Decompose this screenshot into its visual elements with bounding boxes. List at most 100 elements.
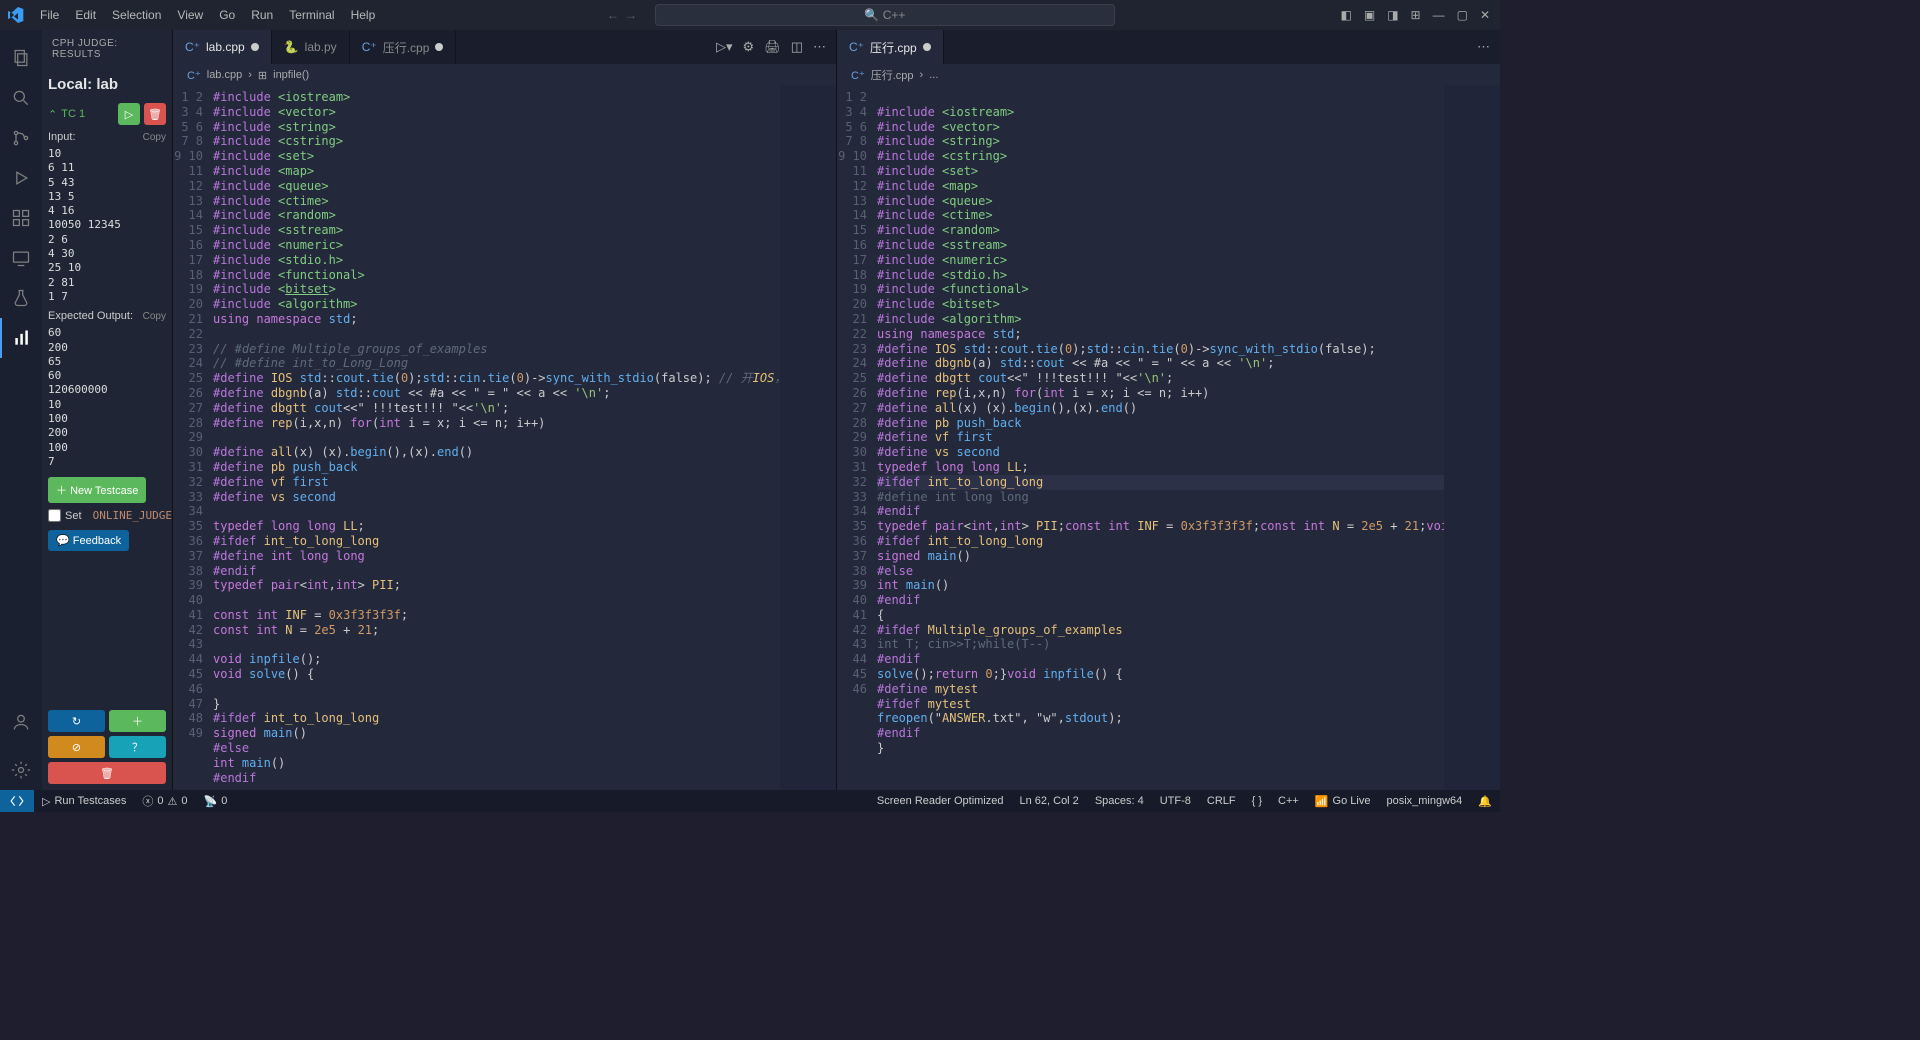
- tab-压行.cpp[interactable]: C⁺压行.cpp: [350, 30, 457, 64]
- nav-back-icon[interactable]: ←: [607, 8, 619, 22]
- tab-压行.cpp[interactable]: C⁺ 压行.cpp: [837, 30, 944, 64]
- tab-lab.py[interactable]: 🐍lab.py: [272, 30, 350, 64]
- tab-row-right: C⁺ 压行.cpp ⋯: [837, 30, 1500, 64]
- cpp-file-icon: C⁺: [185, 40, 200, 54]
- layout-custom-icon[interactable]: ⊞: [1409, 6, 1423, 24]
- tab-lab.cpp[interactable]: C⁺lab.cpp: [173, 30, 272, 64]
- input-box[interactable]: 10 6 11 5 43 13 5 4 16 10050 12345 2 6 4…: [48, 145, 166, 306]
- editor-group-left: C⁺lab.cpp🐍lab.pyC⁺压行.cpp▷▾⚙🖨◫⋯ C⁺ lab.cp…: [172, 30, 836, 790]
- new-testcase-button[interactable]: ＋ New Testcase: [48, 477, 146, 503]
- rerun-button[interactable]: ↻: [48, 710, 105, 732]
- activity-bar: [0, 30, 42, 790]
- expected-box[interactable]: 60 200 65 60 120600000 10 100 200 100 7: [48, 324, 166, 471]
- gutter-right: 1 2 3 4 5 6 7 8 9 10 11 12 13 14 15 16 1…: [837, 86, 877, 790]
- nav-forward-icon[interactable]: →: [625, 8, 637, 22]
- activity-search-icon[interactable]: [0, 78, 42, 118]
- menu-help[interactable]: Help: [343, 8, 384, 22]
- menu-view[interactable]: View: [169, 8, 211, 22]
- activity-extensions-icon[interactable]: [0, 198, 42, 238]
- cpp-file-icon: C⁺: [849, 40, 864, 54]
- dirty-indicator-icon: [251, 43, 259, 51]
- spaces-status[interactable]: Spaces: 4: [1087, 795, 1152, 808]
- editor-area: C⁺lab.cpp🐍lab.pyC⁺压行.cpp▷▾⚙🖨◫⋯ C⁺ lab.cp…: [172, 30, 1500, 790]
- menu-run[interactable]: Run: [243, 8, 281, 22]
- help-button[interactable]: ？: [109, 736, 166, 758]
- cpp-file-icon: C⁺: [851, 69, 865, 82]
- run-testcases-status[interactable]: ▷ Run Testcases: [34, 795, 134, 808]
- menu-selection[interactable]: Selection: [104, 8, 169, 22]
- menu-file[interactable]: File: [32, 8, 67, 22]
- window-maximize-icon[interactable]: ▢: [1455, 6, 1470, 24]
- cursor-status[interactable]: Ln 62, Col 2: [1011, 795, 1086, 808]
- gutter-left: 1 2 3 4 5 6 7 8 9 10 11 12 13 14 15 16 1…: [173, 86, 213, 790]
- host-status[interactable]: posix_mingw64: [1378, 795, 1470, 808]
- encoding-status[interactable]: UTF-8: [1152, 795, 1199, 808]
- tc-label[interactable]: TC 1: [61, 108, 114, 120]
- more-icon[interactable]: ⋯: [1477, 39, 1490, 55]
- activity-settings-icon[interactable]: [0, 750, 42, 790]
- input-label: Input:: [48, 131, 76, 143]
- eol-status[interactable]: CRLF: [1199, 795, 1244, 808]
- menu-go[interactable]: Go: [211, 8, 243, 22]
- py-file-icon: 🐍: [284, 40, 299, 54]
- layout-sidebar-icon[interactable]: ◧: [1339, 6, 1354, 24]
- sidebar: CPH JUDGE: RESULTS Local: lab ⌃ TC 1 ▷ 🗑…: [42, 30, 172, 790]
- command-center-search[interactable]: 🔍 C++: [655, 4, 1115, 26]
- dirty-indicator-icon: [435, 43, 443, 51]
- stop-button[interactable]: ⊘: [48, 736, 105, 758]
- split-editor-icon[interactable]: ◫: [791, 39, 803, 55]
- delete-all-button[interactable]: 🗑: [48, 762, 166, 784]
- golive-status[interactable]: 📶 Go Live: [1307, 795, 1379, 808]
- problems-status[interactable]: ⓧ 0 ⚠ 0: [134, 793, 195, 809]
- tc-run-button[interactable]: ▷: [118, 103, 140, 125]
- editor-group-right: C⁺ 压行.cpp ⋯ C⁺ 压行.cpp › ... 1 2 3 4 5 6 7 …: [836, 30, 1500, 790]
- activity-cph-icon[interactable]: [0, 318, 42, 358]
- feedback-button[interactable]: 💬 Feedback: [48, 530, 129, 551]
- dirty-indicator-icon: [923, 43, 931, 51]
- breadcrumb-left[interactable]: C⁺ lab.cpp › ⊞ inpfile(): [173, 64, 836, 86]
- remote-indicator[interactable]: [0, 790, 34, 812]
- window-close-icon[interactable]: ✕: [1478, 6, 1492, 24]
- tc-caret-icon[interactable]: ⌃: [48, 108, 57, 121]
- menubar: File Edit Selection View Go Run Terminal…: [0, 0, 1500, 30]
- add-button[interactable]: ＋: [109, 710, 166, 732]
- menu-edit[interactable]: Edit: [67, 8, 104, 22]
- bc-more: ...: [929, 69, 938, 81]
- layout-panel-icon[interactable]: ▣: [1362, 6, 1377, 24]
- vscode-logo-icon: [8, 7, 24, 23]
- lang-braces-status[interactable]: { }: [1244, 795, 1270, 808]
- oj-checkbox[interactable]: [48, 509, 61, 522]
- bc-file: lab.cpp: [207, 69, 242, 81]
- minimap-left[interactable]: [780, 86, 836, 790]
- split-settings-icon[interactable]: ⚙: [743, 39, 755, 55]
- screen-reader-status[interactable]: Screen Reader Optimized: [869, 795, 1012, 808]
- ports-status[interactable]: 📡 0: [196, 795, 236, 808]
- copy-input[interactable]: Copy: [143, 132, 166, 143]
- search-icon: 🔍: [864, 8, 882, 22]
- tc-delete-button[interactable]: 🗑: [144, 103, 166, 125]
- activity-git-icon[interactable]: [0, 118, 42, 158]
- activity-testing-icon[interactable]: [0, 278, 42, 318]
- copy-expected[interactable]: Copy: [143, 311, 166, 322]
- layout-side-icon[interactable]: ◨: [1385, 6, 1400, 24]
- search-placeholder: C++: [883, 8, 906, 22]
- minimap-right[interactable]: [1444, 86, 1500, 790]
- language-status[interactable]: C++: [1270, 795, 1307, 808]
- online-judge-toggle[interactable]: Set ONLINE_JUDGE: [48, 509, 166, 522]
- menu-terminal[interactable]: Terminal: [281, 8, 342, 22]
- code-right[interactable]: #include <iostream> #include <vector> #i…: [877, 86, 1444, 790]
- window-minimize-icon[interactable]: —: [1431, 6, 1447, 24]
- code-left[interactable]: #include <iostream> #include <vector> #i…: [213, 86, 780, 790]
- run-dropdown-icon[interactable]: ▷▾: [716, 39, 733, 55]
- breadcrumb-right[interactable]: C⁺ 压行.cpp › ...: [837, 64, 1500, 86]
- activity-explorer-icon[interactable]: [0, 38, 42, 78]
- tab-label: 压行.cpp: [870, 39, 917, 56]
- activity-account-icon[interactable]: [0, 702, 42, 742]
- bell-icon[interactable]: 🔔: [1470, 795, 1500, 808]
- print-icon[interactable]: 🖨: [764, 39, 781, 55]
- more-icon[interactable]: ⋯: [813, 39, 826, 55]
- tab-label: 压行.cpp: [383, 39, 430, 56]
- statusbar: ▷ Run Testcases ⓧ 0 ⚠ 0 📡 0 Screen Reade…: [0, 790, 1500, 812]
- activity-remote-icon[interactable]: [0, 238, 42, 278]
- activity-debug-icon[interactable]: [0, 158, 42, 198]
